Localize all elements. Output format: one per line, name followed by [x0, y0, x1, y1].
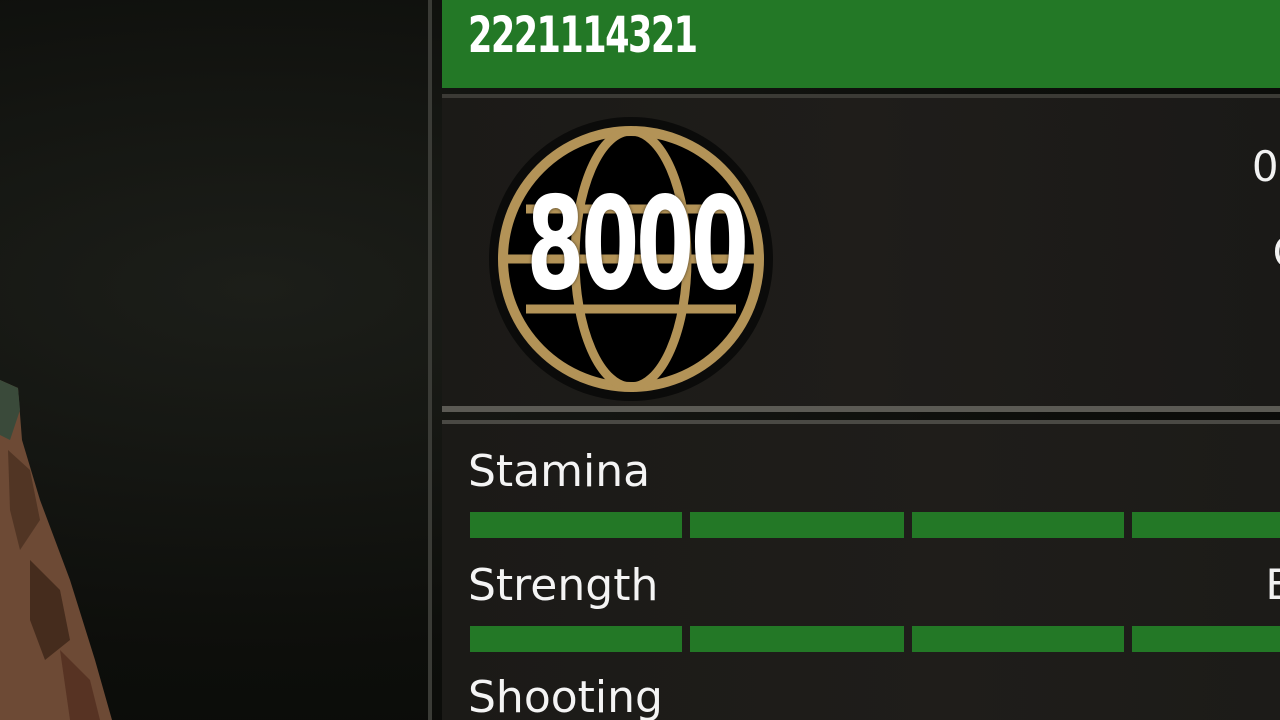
- skill-bar-segment: [470, 626, 682, 652]
- skill-bar-segment: [912, 512, 1124, 538]
- rank-box: 8000 0. C: [442, 94, 1280, 412]
- skill-bar-strength: [470, 626, 1280, 652]
- skill-label-strength: Strength: [468, 560, 659, 611]
- rank-side-label: C: [1273, 228, 1280, 277]
- skill-bar-segment: [470, 512, 682, 538]
- skill-label-stamina: Stamina: [468, 446, 651, 497]
- rank-number: 8000: [526, 170, 749, 319]
- skill-bar-segment: [1132, 626, 1280, 652]
- skill-bar-segment: [690, 512, 904, 538]
- skill-bar-segment: [912, 626, 1124, 652]
- skill-bar-stamina: [470, 512, 1280, 538]
- player-header-bar: 2221114321: [442, 0, 1280, 88]
- player-stats-panel: 2221114321 8000 0. C Stamina: [428, 0, 1280, 720]
- game-screen: 2221114321 8000 0. C Stamina: [0, 0, 1280, 720]
- skill-side-text: E: [1265, 560, 1280, 609]
- rank-side-value: 0.: [1251, 142, 1280, 191]
- character-arm: [0, 380, 112, 720]
- player-id: 2221114321: [468, 6, 698, 64]
- skills-box: Stamina Strength E Shooting: [442, 420, 1280, 720]
- skill-label-shooting: Shooting: [468, 672, 663, 720]
- skill-bar-segment: [1132, 512, 1280, 538]
- skill-bar-segment: [690, 626, 904, 652]
